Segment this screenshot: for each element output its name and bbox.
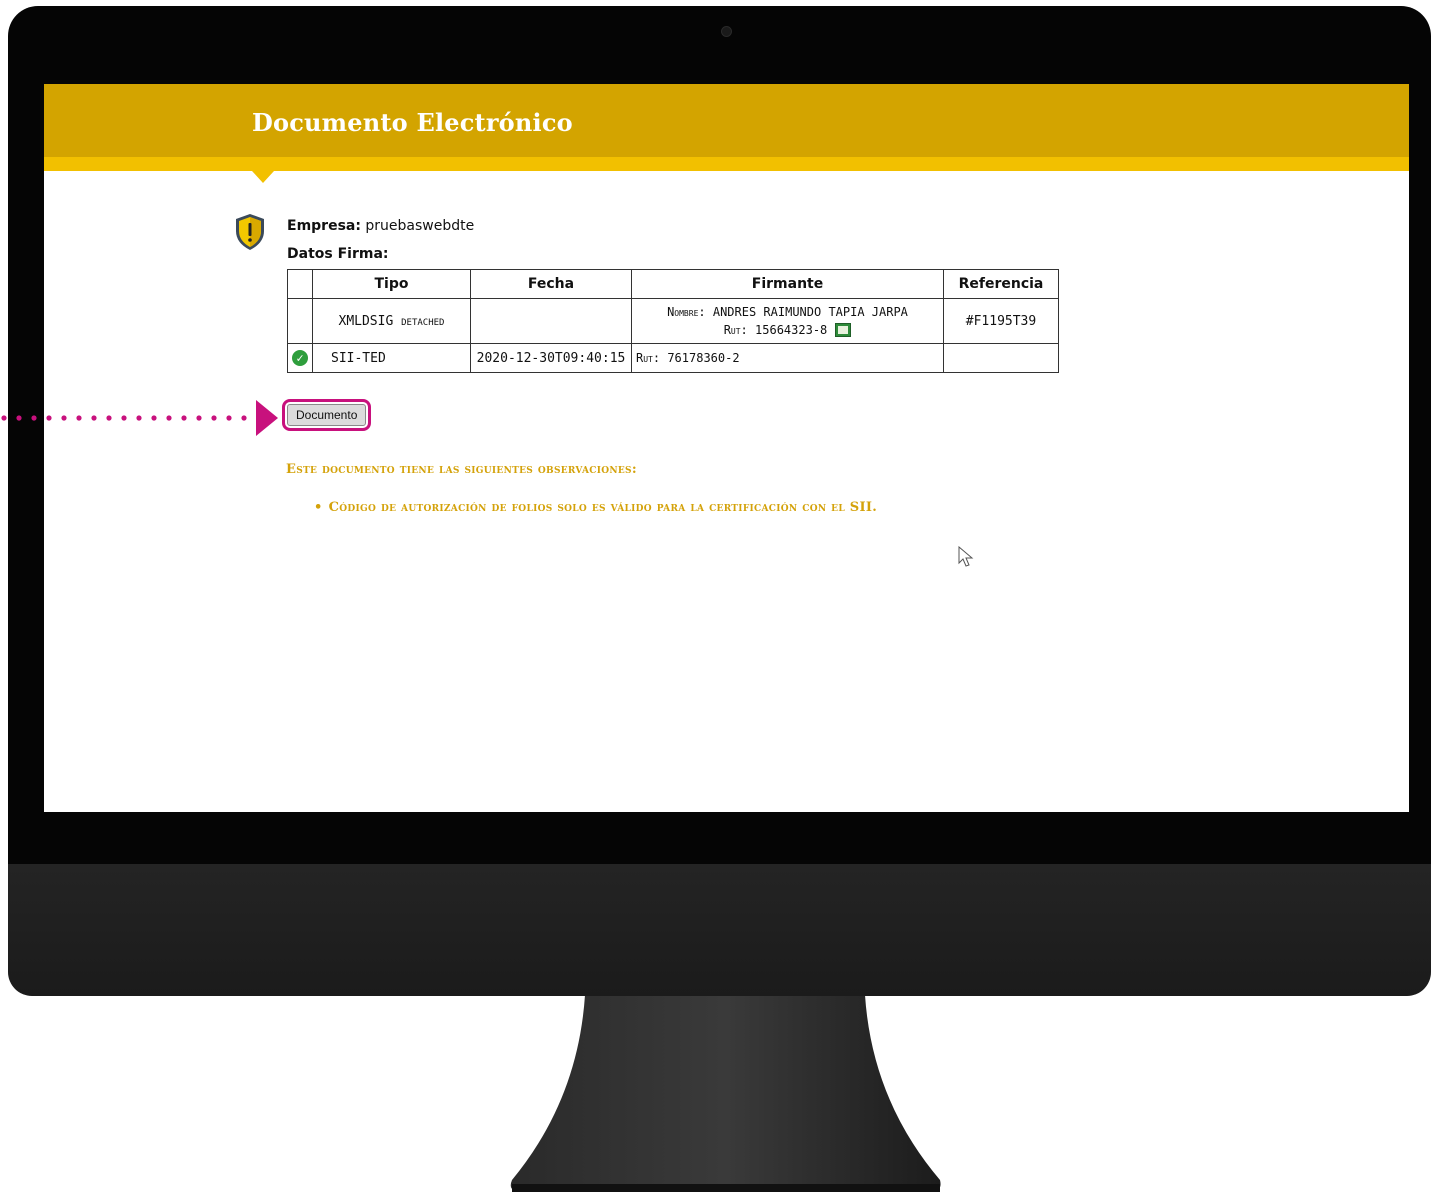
table-row: ✓ SII-TED 2020-12-30T09:40:15 Rut: 76178… [287,343,1059,373]
screen: Documento Electrónico Empresa: pruebaswe… [44,84,1409,812]
header-tipo: Tipo [312,269,471,299]
observations-title: Este documento tiene las siguientes obse… [286,462,637,477]
empresa-value: pruebaswebdte [365,218,475,234]
bullet-icon: • [314,500,323,515]
check-icon: ✓ [292,350,308,366]
list-item: • Código de autorización de folios solo e… [314,500,877,515]
header-notch [252,171,274,183]
tipo-main: SII-TED [331,350,386,366]
observations-list: • Código de autorización de folios solo e… [314,500,877,515]
camera-dot [721,26,732,37]
tipo-main: XMLDSIG [338,313,394,329]
referencia-cell: #F1195T39 [943,298,1059,344]
tipo-cell: XMLDSIG detached [312,298,471,344]
referencia-cell [943,343,1059,373]
observation-text: Código de autorización de folios solo es… [328,500,878,515]
fecha-cell [470,298,632,344]
stage: Documento Electrónico Empresa: pruebaswe… [0,0,1431,1196]
monitor-chin [8,864,1431,996]
firmante-rut-line: Rut: 15664323-8 [724,321,852,339]
empresa-label: Empresa: [287,218,361,234]
header-fecha: Fecha [470,269,632,299]
firmante-nombre: ANDRES RAIMUNDO TAPIA JARPA [712,305,908,319]
fecha-cell: 2020-12-30T09:40:15 [470,343,632,373]
firmante-rut: 15664323-8 [755,323,828,337]
header-firmante: Firmante [631,269,944,299]
tipo-cell: SII-TED [312,343,471,373]
header-bar: Documento Electrónico [44,84,1409,157]
empresa-line: Empresa: pruebaswebdte [287,218,474,234]
header-status [287,269,313,299]
firmante-rut-label: Rut: [723,323,748,337]
table-row: XMLDSIG detached Nombre: ANDRES RAIMUNDO… [287,298,1059,344]
status-cell [287,298,313,344]
documento-button[interactable]: Documento [281,399,372,431]
firmante-nombre-line: Nombre: ANDRES RAIMUNDO TAPIA JARPA [636,303,939,321]
mouse-cursor-icon [958,546,974,567]
certificate-icon[interactable] [835,323,852,337]
header-referencia: Referencia [943,269,1059,299]
dotted-arrow-icon [1,400,278,436]
warning-shield-icon [236,214,264,250]
table-header-row: Tipo Fecha Firmante Referencia [287,269,1059,299]
firmante-cell: Nombre: ANDRES RAIMUNDO TAPIA JARPA Rut:… [631,298,944,344]
firmante-cell: Rut: 76178360-2 [631,343,944,373]
status-cell: ✓ [287,343,313,373]
firmante-nombre-label: Nombre: [667,305,706,319]
firmante-rut-label: Rut: [636,351,661,365]
firmante-rut: 76178360-2 [667,351,740,365]
page-title: Documento Electrónico [252,108,573,137]
datos-firma-label: Datos Firma: [287,246,389,262]
header-stripe [44,157,1409,171]
signature-table: Tipo Fecha Firmante Referencia XMLDSIG d… [287,269,1059,373]
tipo-suffix: detached [401,313,445,329]
